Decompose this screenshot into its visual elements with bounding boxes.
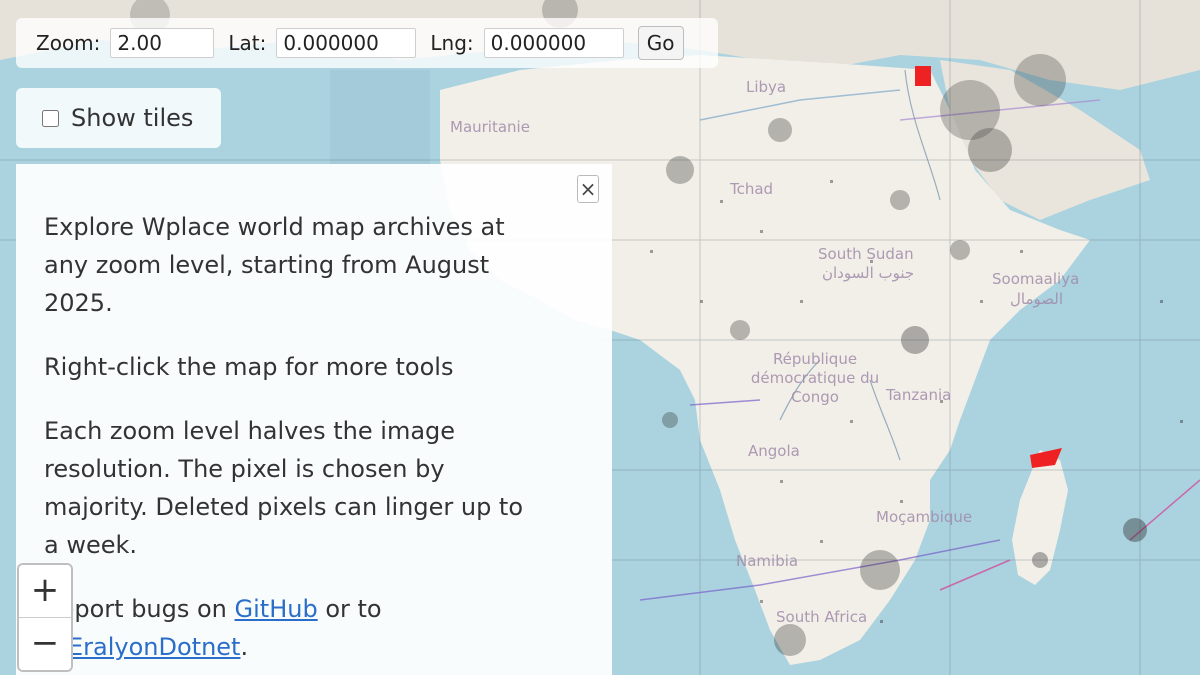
zoom-out-button[interactable]: − [19,618,71,670]
lng-label: Lng: [430,31,474,55]
map-label-drc: République démocratique du Congo [750,350,880,406]
map-label-somalia-ar: الصومال [1010,290,1063,308]
map-label-mozambique: Moçambique [876,508,973,526]
bug-report-text: Report bugs on GitHub or to @EralyonDotn… [44,590,542,666]
show-tiles-checkbox[interactable] [42,109,59,127]
map-label-tanzania: Tanzania [886,386,952,404]
show-tiles-label[interactable]: Show tiles [71,104,193,132]
map-label-angola: Angola [748,442,800,460]
map-label-south-sudan: South Sudan [818,245,914,263]
map-label-namibia: Namibia [736,552,799,570]
lat-input[interactable] [276,28,417,58]
twitter-user-link[interactable]: @EralyonDotnet [44,633,240,661]
zoom-in-button[interactable]: + [19,565,71,618]
map-label-chad: Tchad [730,180,774,198]
zoom-label: Zoom: [36,31,101,55]
bug-report-suffix: . [240,633,249,661]
zoom-input[interactable] [110,28,215,58]
right-click-text: Right-click the map for more tools [44,353,454,381]
map-label-somalia: Soomaaliya [992,270,1080,288]
map-label-south-africa: South Africa [776,608,868,626]
go-button[interactable]: Go [637,26,684,60]
info-panel: × Explore Wplace world map archives at a… [16,164,612,675]
map-label-libya: Libya [746,78,787,96]
zoom-control: + − [17,563,73,672]
intro-text: Explore Wplace world map archives at any… [44,213,505,317]
map-label-mauritania: Mauritanie [450,118,530,136]
zoom-explanation-text: Each zoom level halves the image resolut… [44,417,524,559]
show-tiles-control[interactable]: Show tiles [16,88,221,148]
lat-label: Lat: [228,31,267,55]
lng-input[interactable] [483,28,624,58]
close-button[interactable]: × [577,175,599,203]
bug-report-middle: or to [317,595,382,623]
github-link[interactable]: GitHub [235,595,318,623]
map-label-south-sudan-ar: جنوب السودان [822,264,915,282]
coordinate-bar: Zoom: Lat: Lng: Go [16,18,718,68]
